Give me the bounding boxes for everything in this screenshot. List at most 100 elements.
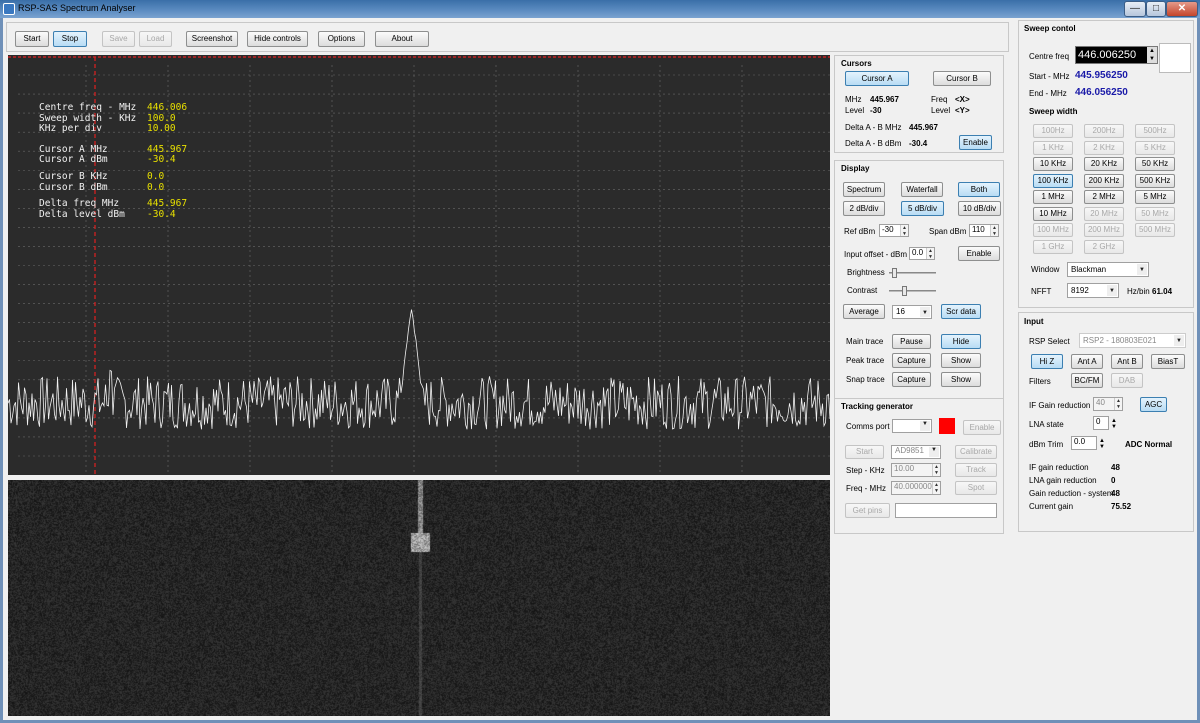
snap-trace-capture-button[interactable]: Capture: [892, 372, 931, 387]
average-button[interactable]: Average: [843, 304, 885, 319]
sweep-width-200khz[interactable]: 200 KHz: [1084, 173, 1124, 188]
ant-b-button[interactable]: Ant B: [1111, 354, 1143, 369]
main-trace-pause-button[interactable]: Pause: [892, 334, 931, 349]
scr-data-button[interactable]: Scr data: [941, 304, 981, 319]
options-button[interactable]: Options: [318, 31, 365, 47]
sweep-width-1mhz[interactable]: 1 MHz: [1033, 190, 1073, 204]
readout-label: Cursor B dBm: [39, 181, 108, 193]
comms-port-select[interactable]: ▼: [892, 419, 932, 433]
sweep-width-10khz[interactable]: 10 KHz: [1033, 157, 1073, 171]
freq-mhz-input[interactable]: 40.000000 ▲ ▼: [891, 481, 941, 495]
brightness-slider[interactable]: [889, 268, 936, 278]
sweep-width-500khz[interactable]: 500 KHz: [1135, 173, 1175, 188]
both-mode-button[interactable]: Both: [958, 182, 1000, 197]
contrast-slider[interactable]: [889, 286, 936, 296]
spot-button[interactable]: Spot: [955, 481, 997, 495]
spin-icon[interactable]: ▲ ▼: [932, 464, 940, 476]
save-button[interactable]: Save: [102, 31, 135, 47]
slider-thumb[interactable]: [901, 286, 907, 296]
start-button[interactable]: Start: [15, 31, 49, 47]
spin-icon[interactable]: ▲ ▼: [900, 225, 908, 236]
sweep-width-2mhz[interactable]: 2 MHz: [1084, 190, 1124, 204]
main-trace-hide-button[interactable]: Hide: [941, 334, 981, 349]
waterfall-mode-button[interactable]: Waterfall: [901, 182, 943, 197]
sweep-width-100mhz[interactable]: 100 MHz: [1033, 223, 1073, 237]
if-gain-reduction-input[interactable]: 40 ▲ ▼: [1093, 397, 1123, 411]
input-offset-input[interactable]: 0.0 ▲ ▼: [909, 247, 935, 260]
step-khz-input[interactable]: 10.00 ▲ ▼: [891, 463, 941, 477]
waterfall-display[interactable]: [8, 480, 830, 716]
sweep-width-5khz[interactable]: 5 KHz: [1135, 140, 1175, 155]
screenshot-button[interactable]: Screenshot: [186, 31, 238, 47]
spin-icon[interactable]: ▲ ▼: [990, 225, 998, 236]
average-select[interactable]: 16 ▼: [892, 305, 932, 319]
peak-trace-show-button[interactable]: Show: [941, 353, 981, 368]
tracking-start-button[interactable]: Start: [845, 445, 884, 459]
sweep-width-200hz[interactable]: 200Hz: [1084, 124, 1124, 138]
bc-fm-button[interactable]: BC/FM: [1071, 373, 1103, 388]
sweep-width-2khz[interactable]: 2 KHz: [1084, 140, 1124, 155]
peak-trace-capture-button[interactable]: Capture: [892, 353, 931, 368]
sweep-width-1khz[interactable]: 1 KHz: [1033, 140, 1073, 155]
tracking-enable-button[interactable]: Enable: [963, 420, 1001, 435]
sweep-width-20khz[interactable]: 20 KHz: [1084, 157, 1124, 171]
ant-a-button[interactable]: Ant A: [1071, 354, 1103, 369]
sweep-width-10mhz[interactable]: 10 MHz: [1033, 206, 1073, 221]
calibrate-button[interactable]: Calibrate: [955, 445, 997, 459]
spin-icon[interactable]: ▲ ▼: [932, 482, 940, 494]
spectrum-mode-button[interactable]: Spectrum: [843, 182, 885, 197]
sweep-width-100khz[interactable]: 100 KHz: [1033, 173, 1073, 188]
agc-button[interactable]: AGC: [1140, 397, 1167, 412]
hz-bin-label: Hz/bin: [1127, 287, 1150, 296]
spin-icon[interactable]: ▲ ▼: [1147, 47, 1157, 63]
slider-thumb[interactable]: [892, 268, 898, 278]
snap-trace-show-button[interactable]: Show: [941, 372, 981, 387]
10db-div-button[interactable]: 10 dB/div: [958, 201, 1001, 216]
sweep-width-500hz[interactable]: 500Hz: [1135, 124, 1175, 138]
rsp-select[interactable]: RSP2 - 180803E021 ▼: [1079, 333, 1186, 348]
sweep-width-50khz[interactable]: 50 KHz: [1135, 157, 1175, 171]
cursor-level-label: Level: [845, 106, 865, 115]
cursor-enable-button[interactable]: Enable: [959, 135, 992, 150]
sweep-width-5mhz[interactable]: 5 MHz: [1135, 190, 1175, 204]
spin-icon[interactable]: ▲ ▼: [926, 248, 934, 259]
dab-button[interactable]: DAB: [1111, 373, 1143, 388]
sweep-width-100hz[interactable]: 100Hz: [1033, 124, 1073, 138]
spin-icon[interactable]: ▲ ▼: [1111, 418, 1117, 430]
offset-enable-button[interactable]: Enable: [958, 246, 1000, 261]
cursor-mhz-value: 445.967: [870, 95, 899, 104]
ref-dbm-input[interactable]: -30 ▲ ▼: [879, 224, 909, 237]
sweep-width-200mhz[interactable]: 200 MHz: [1084, 223, 1124, 237]
span-dbm-input[interactable]: 110 ▲ ▼: [969, 224, 999, 237]
chip-select[interactable]: AD9851 ▼: [891, 445, 941, 459]
get-pins-button[interactable]: Get pins: [845, 503, 890, 518]
sweep-width-2ghz[interactable]: 2 GHz: [1084, 239, 1124, 254]
hi-z-button[interactable]: Hi Z: [1031, 354, 1063, 369]
centre-freq-input[interactable]: 446.006250 ▲ ▼: [1075, 46, 1158, 64]
cursor-a-button[interactable]: Cursor A: [845, 71, 909, 86]
sweep-width-1ghz[interactable]: 1 GHz: [1033, 239, 1073, 254]
spin-icon[interactable]: ▲ ▼: [1099, 438, 1105, 450]
hide-controls-button[interactable]: Hide controls: [247, 31, 308, 47]
lna-state-input[interactable]: 0: [1093, 416, 1109, 430]
nfft-select[interactable]: 8192 ▼: [1067, 283, 1119, 298]
stop-button[interactable]: Stop: [53, 31, 87, 47]
sweep-width-50mhz[interactable]: 50 MHz: [1135, 206, 1175, 221]
bias-t-button[interactable]: BiasT: [1151, 354, 1185, 369]
maximize-button[interactable]: □: [1146, 1, 1166, 17]
about-button[interactable]: About: [375, 31, 429, 47]
track-button[interactable]: Track: [955, 463, 997, 477]
cursor-b-button[interactable]: Cursor B: [933, 71, 991, 86]
sweep-width-500mhz[interactable]: 500 MHz: [1135, 223, 1175, 237]
spin-icon[interactable]: ▲ ▼: [1114, 398, 1122, 410]
pins-field[interactable]: [895, 503, 997, 518]
load-button[interactable]: Load: [139, 31, 172, 47]
5db-div-button[interactable]: 5 dB/div: [901, 201, 944, 216]
close-button[interactable]: ✕: [1166, 1, 1198, 17]
2db-div-button[interactable]: 2 dB/div: [843, 201, 885, 216]
spectrum-display[interactable]: Centre freq - MHz 446.006 Sweep width - K…: [7, 55, 831, 475]
window-select[interactable]: Blackman ▼: [1067, 262, 1149, 277]
minimize-button[interactable]: —: [1124, 1, 1146, 17]
sweep-width-20mhz[interactable]: 20 MHz: [1084, 206, 1124, 221]
dbm-trim-input[interactable]: 0.0: [1071, 436, 1097, 450]
